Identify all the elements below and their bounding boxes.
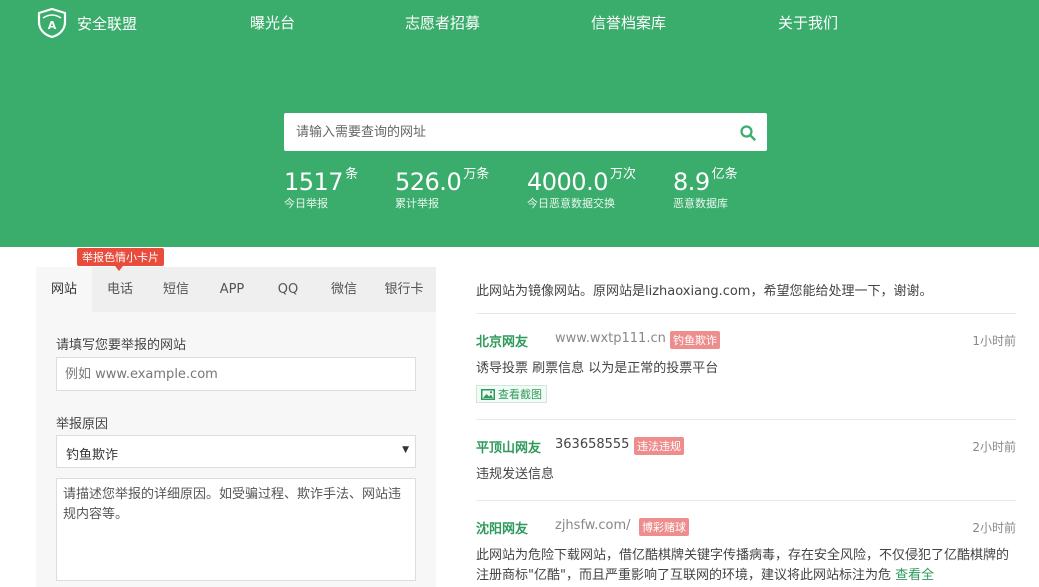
tab-sms[interactable]: 短信	[148, 267, 204, 312]
stat-malicious-db: 8.9 亿条 恶意数据库	[673, 167, 738, 211]
tab-qq[interactable]: QQ	[260, 267, 316, 312]
mirror-notice: 此网站为镜像网站。原网站是lizhaoxiang.com，希望您能给处理一下，谢…	[476, 284, 933, 299]
stat-value: 4000.0	[527, 168, 608, 196]
tab-wechat[interactable]: 微信	[316, 267, 372, 312]
reason-field-label: 举报原因	[56, 417, 109, 432]
detail-textarea[interactable]	[56, 478, 416, 581]
feed-time: 2小时前	[972, 440, 1016, 454]
divider	[476, 313, 1016, 314]
feed-time: 2小时前	[972, 521, 1016, 535]
porn-card-report-badge[interactable]: 举报色情小卡片	[77, 248, 164, 271]
search-input[interactable]	[284, 113, 724, 151]
stat-data-exchange: 4000.0 万次 今日恶意数据交换	[527, 167, 636, 211]
stat-unit: 条	[345, 167, 359, 182]
caret-down-icon: ▼	[402, 445, 409, 455]
reason-select-value: 钓鱼欺诈	[66, 448, 119, 463]
feed-desc: 诱导投票 刷票信息 以为是正常的投票平台	[476, 361, 719, 376]
stat-label: 今日举报	[284, 197, 328, 210]
view-screenshot-label: 查看截图	[498, 388, 542, 401]
feed-user[interactable]: 沈阳网友	[476, 518, 528, 537]
nav-volunteer[interactable]: 志愿者招募	[405, 12, 480, 33]
divider	[476, 419, 1016, 420]
feed-site[interactable]: www.wxtp111.cn	[555, 331, 666, 346]
view-screenshot-button[interactable]: 查看截图	[476, 385, 547, 403]
stat-today-reports: 1517 条 今日举报	[284, 167, 359, 211]
nav-reputation[interactable]: 信誉档案库	[591, 12, 666, 33]
site-field-label: 请填写您要举报的网站	[56, 338, 187, 353]
tab-website[interactable]: 网站	[36, 267, 92, 312]
stat-unit: 亿条	[711, 167, 738, 182]
divider	[476, 500, 1016, 501]
feed-desc: 此网站为危险下载网站，借亿酷棋牌关键字传播病毒，存在安全风险，不仅侵犯了亿酷棋牌…	[476, 546, 1016, 586]
feed-user[interactable]: 北京网友	[476, 331, 528, 350]
image-icon	[481, 388, 495, 400]
stat-value: 8.9	[673, 168, 710, 196]
report-panel: 网站 电话 短信 APP QQ 微信 银行卡 请填写您要举报的网站 举报原因 钓…	[36, 267, 436, 587]
tab-phone[interactable]: 电话	[92, 267, 148, 312]
logo-letter: A	[48, 19, 57, 32]
stat-unit: 万条	[463, 167, 490, 182]
stat-value: 1517	[284, 168, 344, 196]
site-url-input[interactable]	[56, 357, 416, 391]
stat-label: 恶意数据库	[673, 197, 728, 210]
feed-site[interactable]: zjhsfw.com/	[555, 518, 631, 533]
nav-about[interactable]: 关于我们	[778, 12, 838, 33]
tab-app[interactable]: APP	[204, 267, 260, 312]
report-tabs: 网站 电话 短信 APP QQ 微信 银行卡	[36, 267, 436, 312]
stat-total-reports: 526.0 万条 累计举报	[395, 167, 490, 211]
stat-unit: 万次	[609, 167, 636, 182]
stat-label: 累计举报	[395, 197, 439, 210]
feed-time: 1小时前	[972, 334, 1016, 348]
brand-logo[interactable]: A 安全联盟	[36, 8, 137, 38]
feed-tag: 钓鱼欺诈	[670, 331, 720, 349]
stat-label: 今日恶意数据交换	[527, 197, 615, 210]
feed-tag: 博彩赌球	[639, 518, 689, 536]
brand-name: 安全联盟	[77, 14, 138, 33]
nav-exposure[interactable]: 曝光台	[250, 12, 295, 33]
shield-logo-icon: A	[37, 8, 67, 38]
feed-tag: 违法违规	[634, 437, 684, 455]
search-icon[interactable]	[739, 124, 757, 142]
feed-desc: 违规发送信息	[476, 467, 555, 482]
stat-value: 526.0	[395, 168, 462, 196]
search-box	[284, 113, 767, 151]
feed-site[interactable]: 363658555	[555, 437, 629, 452]
hero-banner: A 安全联盟 曝光台 志愿者招募 信誉档案库 关于我们 1517条 今日举报 5…	[0, 0, 1039, 247]
reason-select[interactable]: 钓鱼欺诈 ▼	[56, 435, 416, 468]
tab-bank-card[interactable]: 银行卡	[372, 267, 436, 312]
feed-user[interactable]: 平顶山网友	[476, 437, 541, 456]
view-more-link[interactable]: 查看全	[895, 568, 934, 583]
